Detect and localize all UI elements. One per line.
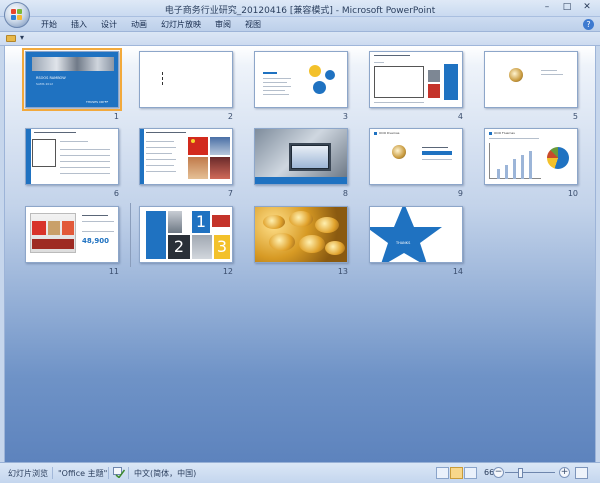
slide-2[interactable] [139,51,233,108]
slide-11[interactable]: 48,900 [25,206,119,263]
slide-sorter-pane[interactable]: RSOOS RAMBOW SAMS 2012 THUSES CRYFF 1 2 … [4,46,596,462]
tab-home[interactable]: 开始 [34,19,64,30]
slide-number: 11 [108,267,119,276]
tab-animations[interactable]: 动画 [124,19,154,30]
tab-review[interactable]: 审阅 [208,19,238,30]
slide-7[interactable] [139,128,233,185]
slide-9[interactable]: OOO Dvernas [369,128,463,185]
status-bar: 幻灯片浏览 "Office 主题" 中文(简体，中国) − + [0,462,600,483]
slide-10-heading: OOO Fluernas [494,131,515,135]
slide-thumbnail-3[interactable] [254,51,348,108]
slide-12-digit-2: 2 [168,235,190,259]
slide-14-label: THANKS [396,241,411,245]
zoom-slider-thumb[interactable] [517,468,523,478]
slide-thumbnail-2[interactable] [139,51,233,108]
slide-thumbnail-10[interactable]: OOO Fluernas [484,128,578,185]
spelling-check-icon[interactable] [113,467,125,478]
slide-thumbnail-1[interactable]: RSOOS RAMBOW SAMS 2012 THUSES CRYFF [22,48,122,111]
view-name-label: 幻灯片浏览 [8,469,48,478]
slide-12-digit-3: 3 [214,235,230,259]
slide-3[interactable] [254,51,348,108]
slide-thumbnail-6[interactable] [25,128,119,185]
office-button[interactable] [4,2,30,28]
close-button[interactable]: ✕ [578,2,596,14]
normal-view-button[interactable] [436,467,449,479]
slide-12[interactable]: 2 1 3 [139,206,233,263]
slide-1-title: RSOOS RAMBOW [36,76,66,80]
open-folder-icon[interactable] [6,35,16,42]
slide-thumbnail-12[interactable]: 2 1 3 [139,206,233,263]
tab-view[interactable]: 视图 [238,19,268,30]
title-bar: 电子商务行业研究_20120416 [兼容模式] - Microsoft Pow… [0,0,600,17]
tab-slide-show[interactable]: 幻灯片放映 [154,19,208,30]
slide-thumbnail-5[interactable] [484,51,578,108]
tab-design[interactable]: 设计 [94,19,124,30]
slide-6[interactable] [25,128,119,185]
language-label[interactable]: 中文(简体，中国) [134,468,196,479]
slide-12-digit-1: 1 [192,211,210,233]
slide-thumbnail-13[interactable] [254,206,348,263]
slide-1-subtitle: SAMS 2012 [36,82,54,86]
minimize-button[interactable]: – [538,2,556,14]
slide-1-footer: THUSES CRYFF [86,100,109,104]
slide-show-view-button[interactable] [464,467,477,479]
zoom-out-button[interactable]: − [493,467,504,478]
slide-number: 12 [222,267,233,276]
slide-4[interactable] [369,51,463,108]
window-title: 电子商务行业研究_20120416 [兼容模式] - Microsoft Pow… [164,6,436,16]
tab-insert[interactable]: 插入 [64,19,94,30]
quick-access-toolbar: ▾ [0,32,600,46]
slide-thumbnail-11[interactable]: 48,900 [25,206,119,263]
maximize-button[interactable]: □ [558,2,576,14]
zoom-in-button[interactable]: + [559,467,570,478]
slide-number: 4 [457,112,463,121]
slide-number: 6 [113,189,119,198]
ribbon-tabs: 开始 插入 设计 动画 幻灯片放映 审阅 视图 [34,19,268,30]
slide-number: 5 [572,112,578,121]
slide-number: 10 [567,189,578,198]
slide-8[interactable] [254,128,348,185]
theme-label[interactable]: "Office 主题" [58,468,107,479]
window-controls: – □ ✕ [538,2,596,14]
insertion-marker [130,203,131,267]
star-shape [370,207,442,262]
divider [52,467,53,479]
slide-5[interactable] [484,51,578,108]
slide-number: 14 [452,267,463,276]
divider [128,467,129,479]
zoom-slider[interactable] [505,472,555,473]
fit-to-window-button[interactable] [575,467,588,479]
slide-number: 1 [113,112,119,121]
slide-number: 2 [227,112,233,121]
office-logo-icon [11,9,23,21]
slide-thumbnail-9[interactable]: OOO Dvernas [369,128,463,185]
slide-number: 8 [342,189,348,198]
slide-thumbnail-8[interactable] [254,128,348,185]
slide-9-heading: OOO Dvernas [379,131,400,135]
slide-thumbnail-4[interactable] [369,51,463,108]
slide-13[interactable] [254,206,348,263]
slide-11-big-number: 48,900 [82,237,110,245]
slide-number: 7 [227,189,233,198]
help-icon[interactable]: ? [583,19,594,30]
slide-number: 13 [337,267,348,276]
slide-number: 3 [342,112,348,121]
customize-toolbar-button[interactable]: ▾ [20,33,24,42]
slide-1[interactable]: RSOOS RAMBOW SAMS 2012 THUSES CRYFF [22,48,122,111]
slide-number: 9 [457,189,463,198]
slide-10[interactable]: OOO Fluernas [484,128,578,185]
divider [108,467,109,479]
slide-14[interactable]: THANKS [369,206,463,263]
slide-thumbnail-7[interactable] [139,128,233,185]
ribbon-tab-bar: 开始 插入 设计 动画 幻灯片放映 审阅 视图 ? [0,17,600,32]
slide-thumbnail-14[interactable]: THANKS [369,206,463,263]
slide-sorter-view-button[interactable] [450,467,463,479]
